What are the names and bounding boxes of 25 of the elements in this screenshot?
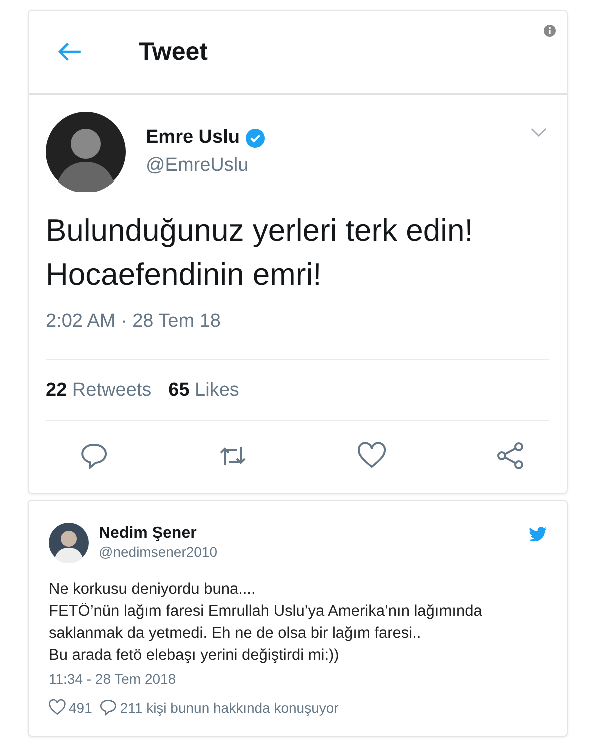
tweet-time: 2:02 AM · 28 Tem 18 [46,311,549,360]
tweet-time: 11:34 - 28 Tem 2018 [49,671,178,687]
author-handle[interactable]: @nedimsener2010 [99,544,218,560]
author-handle[interactable]: @EmreUslu [146,155,265,177]
info-icon[interactable] [544,25,556,37]
share-icon[interactable] [496,441,526,471]
stat-link[interactable]: 22 Retweets [46,380,152,402]
tweet-text: Bulunduğunuz yerleri terk edin! [46,212,474,250]
tweet-text: Ne korkusu deniyordu buna.... [49,580,257,600]
conversation-link[interactable]: 211 kişi bunun hakkında konuşuyor [120,700,339,716]
stat-link[interactable]: 65 Likes [168,380,240,402]
heart-icon[interactable] [49,699,66,716]
author-name[interactable]: Emre Uslu [146,127,240,149]
reply-icon[interactable] [79,441,109,471]
heart-icon[interactable] [357,441,387,471]
avatar [49,523,89,563]
like-count: 491 [69,700,92,716]
tweet-text: Hocaefendinin emri! [46,256,323,294]
bird-logo-icon [529,527,547,542]
page-title: Tweet [139,38,208,66]
back-arrow-icon[interactable] [57,42,83,62]
tweet-text: FETÖ’nün lağım faresi Emrullah Uslu’ya Amerika’nın lağımında saklanmak da yetmedi. Eh ne de olsa bir lağım faresi.. [49,602,484,644]
tweet-text: Bu arada fetö elebaşı yerini değiştirdi mi:)) [49,646,340,666]
author-name[interactable]: Nedim Şener [99,525,218,543]
comment-icon[interactable] [100,699,118,716]
